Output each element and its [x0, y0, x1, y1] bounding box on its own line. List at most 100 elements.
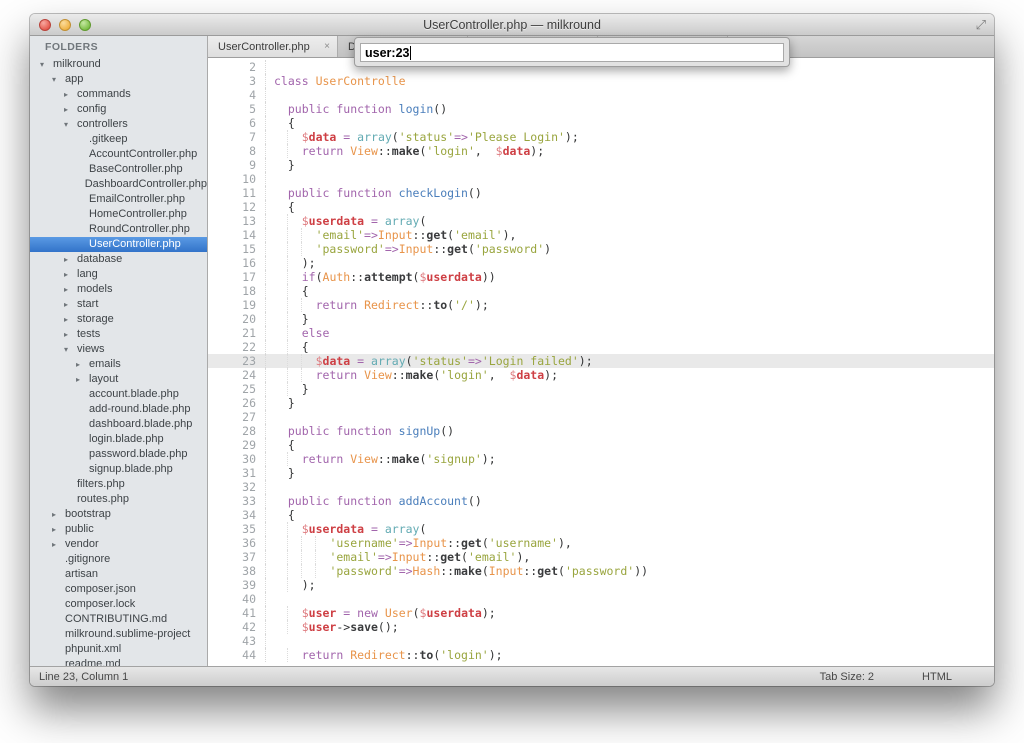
code-line[interactable]: 39 );	[208, 578, 994, 592]
sidebar-file-readme.md[interactable]: readme.md	[30, 657, 207, 666]
code-line[interactable]: 42 $user->save();	[208, 620, 994, 634]
sidebar-folder-layout[interactable]: ▸layout	[30, 372, 207, 387]
sidebar-folder-tests[interactable]: ▸tests	[30, 327, 207, 342]
sidebar-file-AccountController.php[interactable]: AccountController.php	[30, 147, 207, 162]
code-line[interactable]: 10	[208, 172, 994, 186]
minimize-window-button[interactable]	[59, 19, 71, 31]
code-line[interactable]: 4	[208, 88, 994, 102]
sidebar-file-artisan[interactable]: artisan	[30, 567, 207, 582]
code-line[interactable]: 32	[208, 480, 994, 494]
sidebar-folder-emails[interactable]: ▸emails	[30, 357, 207, 372]
code-line[interactable]: 27	[208, 410, 994, 424]
disclosure-triangle-icon[interactable]: ▸	[64, 327, 77, 342]
sidebar-folder-models[interactable]: ▸models	[30, 282, 207, 297]
sidebar-file-login.blade.php[interactable]: login.blade.php	[30, 432, 207, 447]
sidebar-folder-controllers[interactable]: ▾controllers	[30, 117, 207, 132]
sidebar-file-composer.json[interactable]: composer.json	[30, 582, 207, 597]
sidebar-folder-bootstrap[interactable]: ▸bootstrap	[30, 507, 207, 522]
sidebar-folder-views[interactable]: ▾views	[30, 342, 207, 357]
disclosure-triangle-icon[interactable]: ▾	[52, 72, 65, 87]
code-line[interactable]: 19 return Redirect::to('/');	[208, 298, 994, 312]
code-line[interactable]: 31 }	[208, 466, 994, 480]
code-line[interactable]: 18 {	[208, 284, 994, 298]
disclosure-triangle-icon[interactable]: ▸	[52, 537, 65, 552]
disclosure-triangle-icon[interactable]: ▸	[52, 507, 65, 522]
disclosure-triangle-icon[interactable]: ▸	[64, 252, 77, 267]
sidebar-folder-commands[interactable]: ▸commands	[30, 87, 207, 102]
code-line[interactable]: 21 else	[208, 326, 994, 340]
sidebar-file-routes.php[interactable]: routes.php	[30, 492, 207, 507]
sidebar-file-password.blade.php[interactable]: password.blade.php	[30, 447, 207, 462]
code-line[interactable]: 29 {	[208, 438, 994, 452]
code-line[interactable]: 25 }	[208, 382, 994, 396]
sidebar-file-UserController.php[interactable]: UserController.php	[30, 237, 207, 252]
sidebar-file-.gitkeep[interactable]: .gitkeep	[30, 132, 207, 147]
disclosure-triangle-icon[interactable]: ▾	[40, 57, 53, 72]
fullscreen-icon[interactable]: ⤢	[976, 17, 986, 33]
code-line[interactable]: 34 {	[208, 508, 994, 522]
code-line[interactable]: 3class UserControlle	[208, 74, 994, 88]
sidebar-file-HomeController.php[interactable]: HomeController.php	[30, 207, 207, 222]
disclosure-triangle-icon[interactable]: ▸	[64, 312, 77, 327]
sidebar-file-EmailController.php[interactable]: EmailController.php	[30, 192, 207, 207]
code-line[interactable]: 7 $data = array('status'=>'Please Login'…	[208, 130, 994, 144]
code-editor[interactable]: 23class UserControlle45 public function …	[208, 58, 994, 666]
sidebar-file-DashboardController.php[interactable]: DashboardController.php	[30, 177, 207, 192]
sidebar-file-composer.lock[interactable]: composer.lock	[30, 597, 207, 612]
sidebar-file-RoundController.php[interactable]: RoundController.php	[30, 222, 207, 237]
sidebar-file-BaseController.php[interactable]: BaseController.php	[30, 162, 207, 177]
code-line[interactable]: 9 }	[208, 158, 994, 172]
sidebar-folder-config[interactable]: ▸config	[30, 102, 207, 117]
sidebar-folder-app[interactable]: ▾app	[30, 72, 207, 87]
disclosure-triangle-icon[interactable]: ▸	[64, 282, 77, 297]
syntax-mode-status[interactable]: HTML	[922, 671, 952, 683]
disclosure-triangle-icon[interactable]: ▸	[76, 357, 89, 372]
close-window-button[interactable]	[39, 19, 51, 31]
sidebar-folder-vendor[interactable]: ▸vendor	[30, 537, 207, 552]
sidebar-file-account.blade.php[interactable]: account.blade.php	[30, 387, 207, 402]
code-line[interactable]: 44 return Redirect::to('login');	[208, 648, 994, 662]
code-line[interactable]: 41 $user = new User($userdata);	[208, 606, 994, 620]
code-line[interactable]: 5 public function login()	[208, 102, 994, 116]
sidebar-file-add-round.blade.php[interactable]: add-round.blade.php	[30, 402, 207, 417]
sidebar-file-filters.php[interactable]: filters.php	[30, 477, 207, 492]
sidebar-folder-milkround[interactable]: ▾milkround	[30, 57, 207, 72]
disclosure-triangle-icon[interactable]: ▸	[64, 297, 77, 312]
sidebar-file-signup.blade.php[interactable]: signup.blade.php	[30, 462, 207, 477]
code-line[interactable]: 15 'password'=>Input::get('password')	[208, 242, 994, 256]
goto-anything-input[interactable]: user:23	[360, 43, 784, 62]
code-line[interactable]: 17 if(Auth::attempt($userdata))	[208, 270, 994, 284]
code-line[interactable]: 30 return View::make('signup');	[208, 452, 994, 466]
sidebar-file-phpunit.xml[interactable]: phpunit.xml	[30, 642, 207, 657]
code-line-current[interactable]: 23 $data = array('status'=>'Login failed…	[208, 354, 994, 368]
disclosure-triangle-icon[interactable]: ▾	[64, 117, 77, 132]
tab-size-status[interactable]: Tab Size: 2	[820, 671, 874, 683]
code-line[interactable]: 36 'username'=>Input::get('username'),	[208, 536, 994, 550]
code-line[interactable]: 6 {	[208, 116, 994, 130]
code-line[interactable]: 28 public function signUp()	[208, 424, 994, 438]
sidebar-file-CONTRIBUTING.md[interactable]: CONTRIBUTING.md	[30, 612, 207, 627]
code-line[interactable]: 22 {	[208, 340, 994, 354]
code-line[interactable]: 35 $userdata = array(	[208, 522, 994, 536]
disclosure-triangle-icon[interactable]: ▸	[64, 87, 77, 102]
disclosure-triangle-icon[interactable]: ▸	[76, 372, 89, 387]
disclosure-triangle-icon[interactable]: ▾	[64, 342, 77, 357]
disclosure-triangle-icon[interactable]: ▸	[64, 267, 77, 282]
disclosure-triangle-icon[interactable]: ▸	[52, 522, 65, 537]
code-line[interactable]: 20 }	[208, 312, 994, 326]
zoom-window-button[interactable]	[79, 19, 91, 31]
code-line[interactable]: 14 'email'=>Input::get('email'),	[208, 228, 994, 242]
sidebar-file-.gitignore[interactable]: .gitignore	[30, 552, 207, 567]
code-line[interactable]: 8 return View::make('login', $data);	[208, 144, 994, 158]
code-line[interactable]: 24 return View::make('login', $data);	[208, 368, 994, 382]
code-line[interactable]: 38 'password'=>Hash::make(Input::get('pa…	[208, 564, 994, 578]
code-line[interactable]: 40	[208, 592, 994, 606]
code-line[interactable]: 12 {	[208, 200, 994, 214]
code-line[interactable]: 13 $userdata = array(	[208, 214, 994, 228]
tab-UserController.php[interactable]: UserController.php×	[208, 36, 338, 57]
code-line[interactable]: 43	[208, 634, 994, 648]
sidebar-folder-storage[interactable]: ▸storage	[30, 312, 207, 327]
sidebar-folder-public[interactable]: ▸public	[30, 522, 207, 537]
code-line[interactable]: 11 public function checkLogin()	[208, 186, 994, 200]
code-line[interactable]: 37 'email'=>Input::get('email'),	[208, 550, 994, 564]
